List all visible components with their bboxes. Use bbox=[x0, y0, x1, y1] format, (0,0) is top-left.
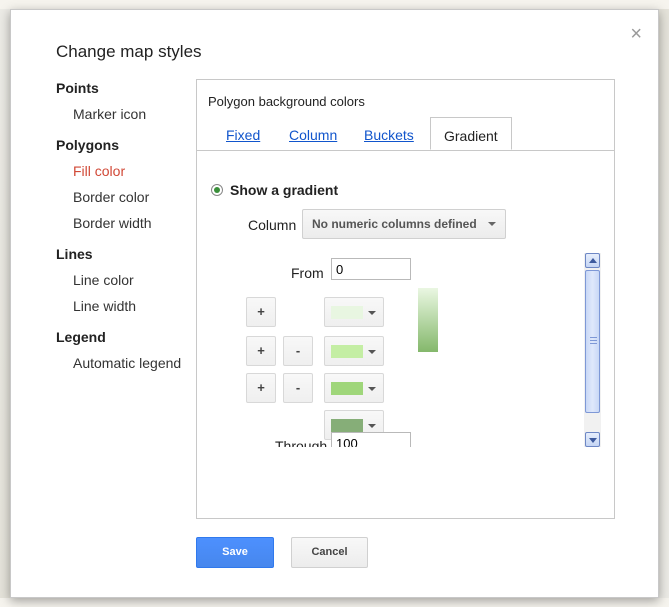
sidebar-group-legend: Legend bbox=[56, 329, 106, 345]
chevron-down-icon bbox=[368, 311, 376, 315]
map-road bbox=[0, 0, 669, 9]
color-swatch bbox=[331, 382, 363, 395]
color-swatch bbox=[331, 419, 363, 432]
panel-title: Polygon background colors bbox=[208, 94, 365, 109]
sidebar-item-line-color[interactable]: Line color bbox=[56, 271, 196, 297]
color-swatch-picker[interactable] bbox=[324, 297, 384, 327]
color-swatch bbox=[331, 345, 363, 358]
tab-gradient[interactable]: Gradient bbox=[430, 117, 512, 150]
column-select-value: No numeric columns defined bbox=[312, 217, 477, 231]
vertical-scrollbar[interactable] bbox=[584, 253, 601, 447]
chevron-down-icon bbox=[488, 222, 496, 226]
fill-color-panel: Polygon background colors Fixed Column B… bbox=[196, 79, 615, 519]
change-map-styles-dialog: × Change map styles Points Marker icon P… bbox=[10, 9, 659, 598]
sidebar-item-line-width[interactable]: Line width bbox=[56, 297, 196, 323]
radio-checked-dot bbox=[214, 187, 220, 193]
chevron-down-icon bbox=[368, 350, 376, 354]
color-swatch bbox=[331, 306, 363, 319]
remove-step-button[interactable]: - bbox=[283, 373, 313, 403]
sidebar-item-fill-color[interactable]: Fill color bbox=[56, 162, 196, 188]
chevron-down-icon bbox=[368, 387, 376, 391]
show-gradient-label: Show a gradient bbox=[230, 182, 339, 198]
from-input[interactable] bbox=[331, 258, 411, 280]
sidebar-item-marker-icon[interactable]: Marker icon bbox=[56, 105, 196, 131]
sidebar-item-automatic-legend[interactable]: Automatic legend bbox=[56, 354, 196, 380]
from-label: From bbox=[291, 265, 324, 281]
show-gradient-radio[interactable] bbox=[211, 184, 223, 196]
color-swatch-picker[interactable] bbox=[324, 336, 384, 366]
gradient-steps-scroll-area: From + + - + - Through bbox=[241, 252, 606, 447]
sidebar-group-polygons: Polygons bbox=[56, 137, 120, 153]
tab-buckets[interactable]: Buckets bbox=[364, 127, 414, 143]
add-step-button[interactable]: + bbox=[246, 297, 276, 327]
dialog-title: Change map styles bbox=[56, 42, 202, 61]
add-step-button[interactable]: + bbox=[246, 336, 276, 366]
save-button[interactable]: Save bbox=[196, 537, 274, 568]
through-label: Through bbox=[275, 438, 328, 447]
sidebar-item-border-color[interactable]: Border color bbox=[56, 188, 196, 214]
chevron-down-icon bbox=[368, 424, 376, 428]
sidebar-group-lines: Lines bbox=[56, 246, 93, 262]
style-sidebar: Points Marker icon Polygons Fill color B… bbox=[56, 79, 196, 380]
grip-icon bbox=[590, 337, 597, 345]
tab-fixed[interactable]: Fixed bbox=[226, 127, 260, 143]
column-select[interactable]: No numeric columns defined bbox=[302, 209, 506, 239]
map-road bbox=[0, 598, 669, 607]
cancel-button[interactable]: Cancel bbox=[291, 537, 368, 568]
close-icon[interactable]: × bbox=[630, 24, 642, 44]
color-mode-tabs: Fixed Column Buckets Gradient bbox=[197, 117, 614, 151]
sidebar-item-border-width[interactable]: Border width bbox=[56, 214, 196, 240]
scrollbar-thumb[interactable] bbox=[585, 270, 600, 413]
remove-step-button[interactable]: - bbox=[283, 336, 313, 366]
scroll-up-arrow-icon[interactable] bbox=[585, 253, 600, 268]
add-step-button[interactable]: + bbox=[246, 373, 276, 403]
through-input[interactable] bbox=[331, 432, 411, 447]
scroll-down-arrow-icon[interactable] bbox=[585, 432, 600, 447]
column-label: Column bbox=[248, 217, 297, 233]
sidebar-group-points: Points bbox=[56, 80, 99, 96]
gradient-preview-bar bbox=[418, 288, 438, 352]
show-gradient-option[interactable]: Show a gradient bbox=[211, 182, 338, 198]
color-swatch-picker[interactable] bbox=[324, 373, 384, 403]
tab-column[interactable]: Column bbox=[289, 127, 337, 143]
